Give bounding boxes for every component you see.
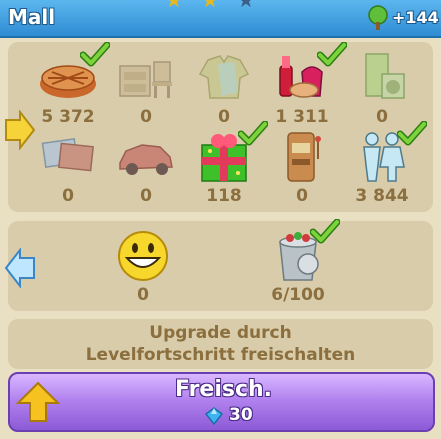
goods-value: 6/100 (271, 285, 325, 305)
unlock-cost: 30 (205, 405, 265, 427)
magazines-icon (41, 138, 94, 172)
tree-count: +144 (392, 8, 439, 27)
goods-value: 118 (206, 186, 242, 206)
goods-item-magazines[interactable]: 0 (28, 131, 108, 211)
goods-value: 0 (137, 285, 149, 305)
header-bar: Mall ★ ★ ★ +144 (0, 0, 441, 38)
goods-item-slot-machine[interactable]: 0 (262, 131, 342, 211)
car-icon (119, 144, 173, 175)
goods-item-furniture[interactable]: 0 (106, 52, 186, 132)
star-icon: ★ (237, 0, 255, 12)
tree-icon (368, 5, 388, 30)
check-icon (397, 121, 427, 146)
unlock-button[interactable]: Freisch. 30 (8, 372, 435, 432)
goods-value: 0 (296, 186, 308, 206)
goods-value: 0 (140, 186, 152, 206)
prev-page-arrow-icon[interactable] (4, 248, 36, 288)
clothes-icon (198, 55, 250, 99)
unlock-button-label: Freisch. (174, 377, 273, 402)
bonus-item-smiley[interactable]: 0 (103, 230, 183, 310)
furniture-icon (119, 61, 172, 98)
star-icon: ★ (201, 0, 219, 12)
goods-value: 3 844 (355, 186, 409, 206)
rating-stars: ★ ★ ★ (165, 0, 275, 12)
goods-value: 1 311 (275, 107, 329, 127)
slot-machine-icon (287, 132, 321, 182)
upgrade-hint: Upgrade durch Levelfortschritt freischal… (8, 319, 433, 366)
goods-item-car[interactable]: 0 (106, 131, 186, 211)
smiley-icon (118, 231, 168, 281)
appliances-icon (365, 53, 405, 99)
unlock-cost-value: 30 (229, 405, 253, 425)
gem-icon (205, 407, 223, 425)
goods-value: 0 (62, 186, 74, 206)
goods-value: 0 (140, 107, 152, 127)
upgrade-line-2: Levelfortschritt freischalten (85, 345, 356, 365)
bonus-panel (8, 221, 433, 311)
check-icon (310, 219, 340, 244)
upgrade-line-1: Upgrade durch (149, 323, 292, 343)
goods-value: 5 372 (41, 107, 95, 127)
goods-item-appliances[interactable]: 0 (342, 52, 422, 132)
star-icon: ★ (165, 0, 183, 12)
building-title: Mall (8, 5, 56, 29)
goods-item-clothes[interactable]: 0 (184, 52, 264, 132)
